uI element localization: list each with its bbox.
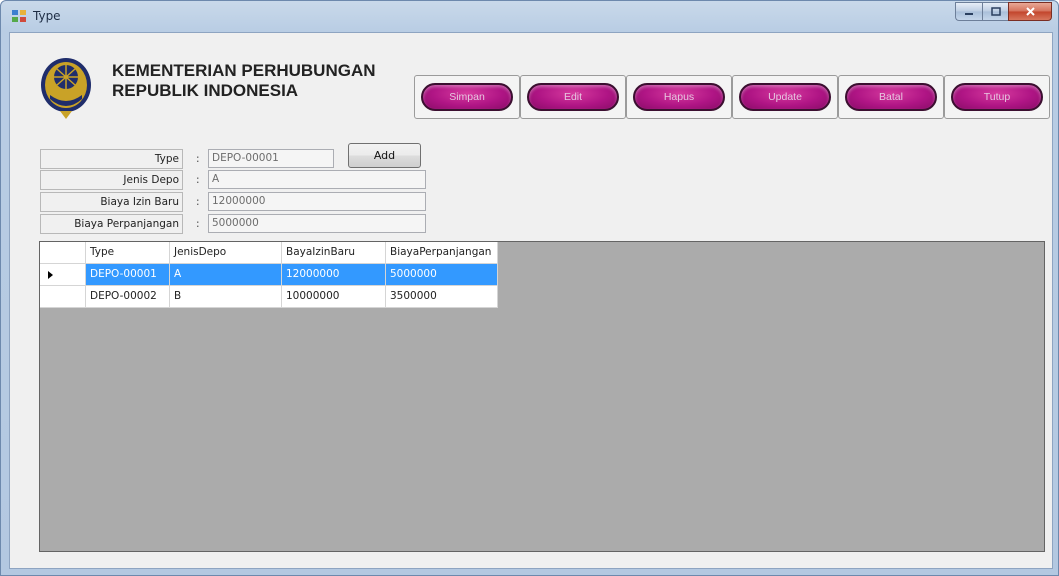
edit-button[interactable]: Edit [520,75,626,119]
table-cell[interactable]: 5000000 [386,264,498,286]
biaya-izin-baru-input[interactable]: 12000000 [208,192,426,211]
window-title: Type [33,9,61,23]
add-button[interactable]: Add [348,143,421,168]
cancel-button-label: Batal [879,91,903,103]
action-toolbar: Simpan Edit Hapus Update Batal Tutup [414,75,1050,119]
save-button[interactable]: Simpan [414,75,520,119]
update-button[interactable]: Update [732,75,838,119]
maximize-button[interactable] [982,2,1008,21]
app-window: Type KEMENTERIAN PERHUBUNGAN REPUBLIK IN… [0,0,1059,576]
table-row[interactable]: DEPO-00002 B 10000000 3500000 [40,286,498,308]
biaya-izin-baru-colon: : [196,196,200,208]
update-button-label: Update [768,91,802,103]
type-input[interactable]: DEPO-00001 [208,149,334,168]
type-label: Type [40,149,183,169]
row-header[interactable] [40,286,86,308]
table-cell[interactable]: DEPO-00001 [86,264,170,286]
close-form-button[interactable]: Tutup [944,75,1050,119]
jenis-depo-label: Jenis Depo [40,170,183,190]
column-header-jenisdepo[interactable]: JenisDepo [170,242,282,264]
delete-button-label: Hapus [663,91,695,103]
jenis-depo-colon: : [196,174,200,186]
caption-buttons [955,2,1052,22]
org-name-line1: KEMENTERIAN PERHUBUNGAN [112,61,376,80]
type-colon: : [196,153,200,165]
add-button-label: Add [373,149,396,162]
form-client-area: KEMENTERIAN PERHUBUNGAN REPUBLIK INDONES… [9,32,1053,569]
grid-corner-header[interactable] [40,242,86,264]
table-cell[interactable]: A [170,264,282,286]
table-cell[interactable]: B [170,286,282,308]
app-icon [12,10,26,22]
current-row-arrow-icon [48,271,53,279]
table-cell[interactable]: 3500000 [386,286,498,308]
close-icon [1025,7,1035,16]
maximize-icon [990,7,1001,16]
biaya-perpanjangan-input[interactable]: 5000000 [208,214,426,233]
edit-button-label: Edit [563,91,583,103]
biaya-perpanjangan-colon: : [196,218,200,230]
org-name-line2: REPUBLIK INDONESIA [112,81,299,100]
grid-header-row: Type JenisDepo BayaIzinBaru BiayaPerpanj… [40,242,498,264]
save-button-label: Simpan [449,91,485,103]
biaya-izin-baru-label: Biaya Izin Baru [40,192,183,212]
cancel-button[interactable]: Batal [838,75,944,119]
jenis-depo-input[interactable]: A [208,170,426,189]
data-grid[interactable]: Type JenisDepo BayaIzinBaru BiayaPerpanj… [39,241,1045,552]
minimize-icon [965,12,973,15]
organization-name: KEMENTERIAN PERHUBUNGAN REPUBLIK INDONES… [112,61,376,101]
table-cell[interactable]: 12000000 [282,264,386,286]
biaya-perpanjangan-label: Biaya Perpanjangan [40,214,183,234]
table-cell[interactable]: DEPO-00002 [86,286,170,308]
close-button[interactable] [1008,2,1052,21]
delete-button[interactable]: Hapus [626,75,732,119]
title-bar[interactable]: Type [1,1,1058,31]
table-row[interactable]: DEPO-00001 A 12000000 5000000 [40,264,498,286]
column-header-type[interactable]: Type [86,242,170,264]
column-header-bayaizinbaru[interactable]: BayaIzinBaru [282,242,386,264]
row-header[interactable] [40,264,86,286]
ministry-emblem-icon [41,58,91,119]
table-cell[interactable]: 10000000 [282,286,386,308]
column-header-biayaperpanjangan[interactable]: BiayaPerpanjangan [386,242,498,264]
close-form-button-label: Tutup [983,91,1011,103]
minimize-button[interactable] [955,2,982,21]
